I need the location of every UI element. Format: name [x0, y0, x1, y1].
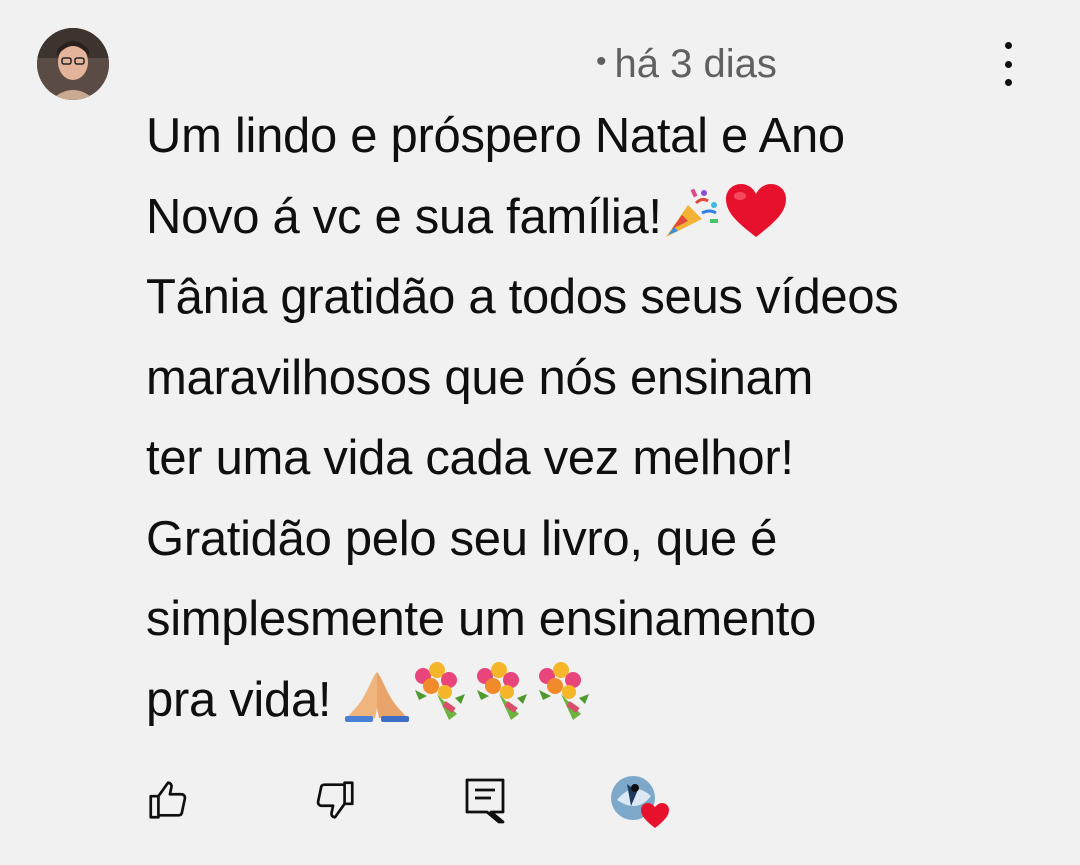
creator-heart-icon — [611, 776, 669, 828]
comment-line: maravilhosos que nós ensinam — [146, 338, 1046, 419]
bouquet-icon — [533, 660, 595, 747]
comment-line: ter uma vida cada vez melhor! — [146, 418, 1046, 499]
comment-line: Gratidão pelo seu livro, que é — [146, 499, 1046, 580]
creator-heart-badge[interactable] — [600, 770, 680, 830]
comment-line: pra vida! — [146, 660, 1046, 741]
comment-meta: • há 3 dias — [596, 38, 777, 88]
comment-line: Novo á vc e sua família! — [146, 177, 1046, 258]
kebab-dot — [1004, 79, 1012, 86]
comment-line-text: maravilhosos que nós ensinam — [146, 350, 814, 405]
dislike-button[interactable] — [305, 770, 365, 830]
comment-actions — [0, 770, 1080, 834]
avatar-image — [37, 28, 109, 100]
comment-line: Um lindo e próspero Natal e Ano — [146, 96, 1046, 177]
comment-line-text: ter uma vida cada vez melhor! — [146, 431, 794, 485]
comment-card: • há 3 dias Um lindo e próspero Natal e A… — [0, 0, 1080, 865]
comment-line: simplesmente um ensinamento — [146, 579, 1046, 660]
comment-timestamp: há 3 dias — [614, 42, 777, 86]
comment-line-text: Um lindo e próspero Natal e Ano — [146, 109, 845, 163]
comment-line-text: Tânia gratidão a todos seus vídeos — [146, 270, 899, 324]
folded-hands-icon — [344, 666, 409, 747]
thumbs-down-icon — [316, 781, 354, 819]
bouquet-icon — [471, 660, 533, 747]
bouquet-icon — [409, 660, 471, 747]
comment-line: Tânia gratidão a todos seus vídeos — [146, 257, 1046, 338]
thumbs-up-icon — [149, 781, 187, 819]
comment-line-text: Novo á vc e sua família! — [146, 189, 662, 244]
avatar[interactable] — [37, 28, 109, 100]
reply-button[interactable] — [455, 770, 515, 830]
comment-line-text: pra vida! — [146, 672, 332, 727]
comment-line-text: simplesmente um ensinamento — [146, 592, 817, 646]
red-heart-icon — [724, 183, 788, 264]
kebab-dot — [1004, 42, 1012, 49]
comment-line-text: Gratidão pelo seu livro, que é — [146, 511, 778, 566]
meta-dot: • — [596, 45, 607, 78]
more-options-button[interactable] — [990, 42, 1026, 86]
kebab-dot — [1004, 60, 1012, 68]
like-button[interactable] — [138, 770, 198, 830]
party-popper-icon — [662, 183, 724, 264]
reply-icon — [465, 778, 505, 824]
comment-text: Um lindo e próspero Natal e Ano Novo á v… — [146, 96, 1046, 740]
